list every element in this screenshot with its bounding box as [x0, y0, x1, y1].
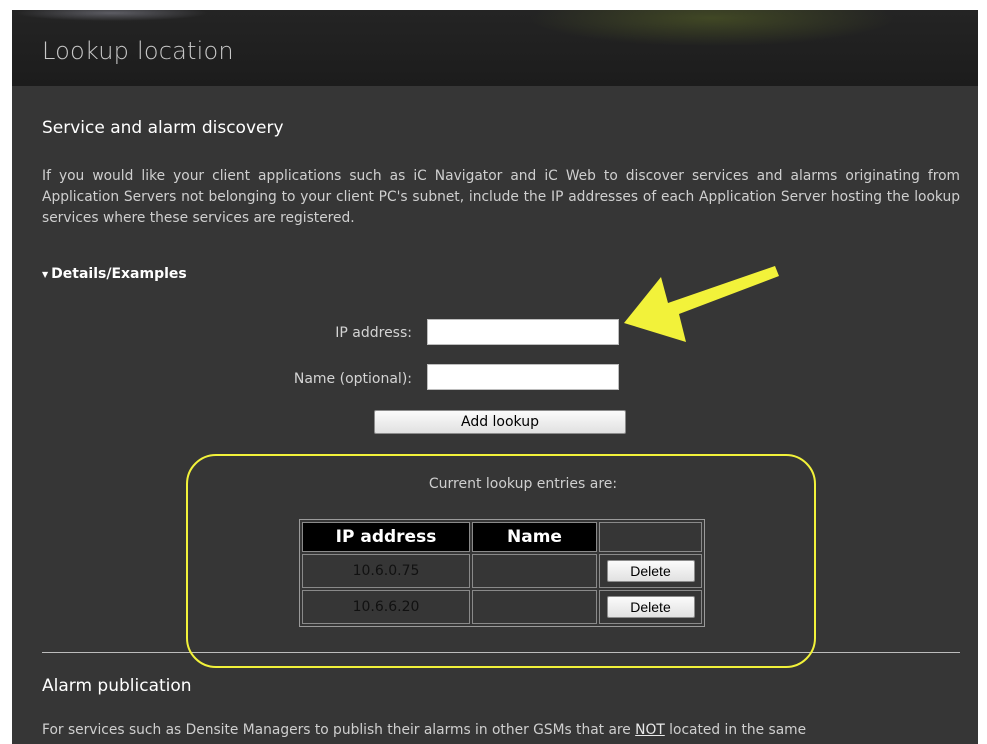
annotation-arrow: [624, 266, 779, 342]
arrow-pointing-left-icon: [624, 266, 779, 342]
lookup-location-panel: Lookup location Service and alarm discov…: [12, 10, 978, 744]
